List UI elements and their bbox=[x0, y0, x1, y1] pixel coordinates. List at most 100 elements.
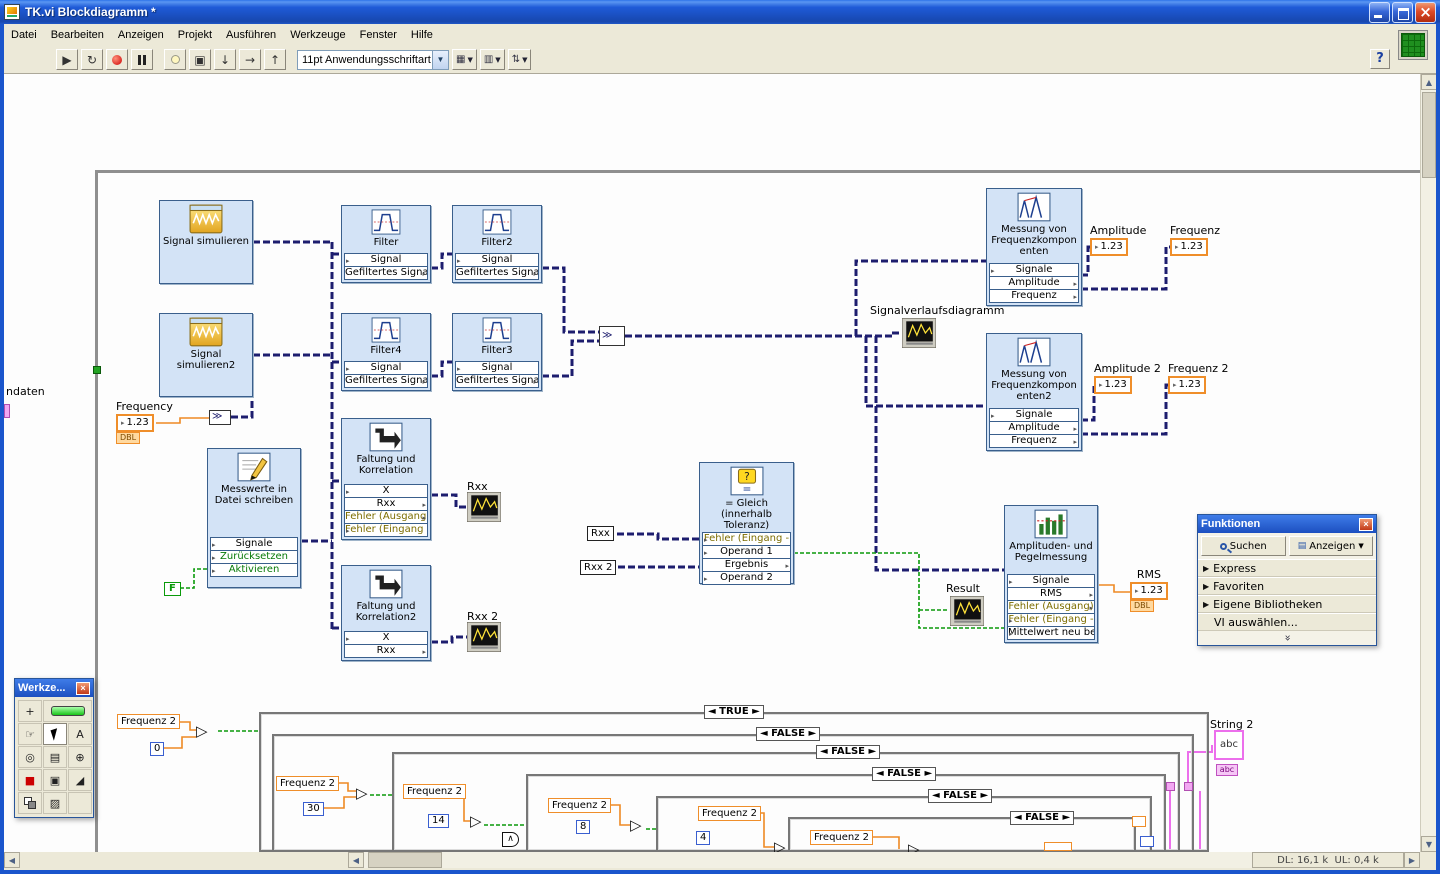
font-selector[interactable]: 11pt Anwendungsschriftart ▼ bbox=[297, 49, 449, 70]
local-frequenz2[interactable]: Frequenz 2 bbox=[276, 776, 340, 791]
terminal-row[interactable]: X bbox=[344, 484, 428, 498]
numeric-constant[interactable]: 4 bbox=[696, 831, 711, 845]
menu-hilfe[interactable]: Hilfe bbox=[404, 26, 440, 44]
paintbrush-tool-button[interactable]: ▨ bbox=[43, 792, 67, 814]
scroll-down-button[interactable]: ▼ bbox=[1421, 836, 1437, 852]
pause-button[interactable] bbox=[131, 49, 153, 70]
compare-node[interactable]: ▷ bbox=[196, 724, 208, 739]
edit-text-tool-button[interactable]: A bbox=[68, 723, 92, 745]
retain-wire-values-button[interactable]: ▣ bbox=[189, 49, 211, 70]
local-variable-rxx2[interactable]: Rxx 2 bbox=[580, 560, 617, 575]
terminal-row[interactable]: Gefiltertes Signal bbox=[455, 266, 539, 280]
functions-palette[interactable]: Funktionen × Suchen ▤ Anzeigen ▼ ▶ Expre… bbox=[1197, 514, 1377, 646]
numeric-constant[interactable]: 0 bbox=[150, 742, 165, 756]
express-vi-faltung-korrelation2[interactable]: Faltung und Korrelation2 X Rxx bbox=[341, 565, 431, 661]
case-selector[interactable]: ◄ FALSE ► bbox=[928, 789, 993, 803]
horizontal-scroll-track[interactable] bbox=[364, 852, 1252, 868]
compare-node[interactable]: ▷ bbox=[470, 814, 482, 829]
local-frequenz2[interactable]: Frequenz 2 bbox=[117, 714, 181, 729]
set-color-tool-button[interactable] bbox=[18, 792, 42, 814]
copy-color-tool-button[interactable]: ◢ bbox=[68, 769, 92, 791]
restore-button[interactable] bbox=[1392, 1, 1413, 23]
abort-button[interactable] bbox=[106, 49, 128, 70]
scroll-tool-button[interactable]: ⊕ bbox=[68, 746, 92, 768]
amplitude-indicator[interactable]: Amplitude 1.23 bbox=[1090, 224, 1146, 256]
compare-node[interactable]: ▷ bbox=[908, 842, 920, 853]
express-vi-faltung-korrelation[interactable]: Faltung und Korrelation X Rxx Fehler (Au… bbox=[341, 418, 431, 540]
terminal-row[interactable]: Mittelwert neu bei bbox=[1007, 626, 1095, 640]
local-frequenz2[interactable]: Frequenz 2 bbox=[403, 784, 467, 799]
terminal-row[interactable]: Signal bbox=[455, 361, 539, 375]
waveform-graph-icon[interactable] bbox=[950, 596, 984, 626]
palette-category-express[interactable]: ▶ Express bbox=[1198, 559, 1376, 577]
local-variable-rxx[interactable]: Rxx bbox=[587, 526, 614, 541]
pane-scroll-left-button[interactable]: ◀ bbox=[4, 852, 20, 868]
scroll-up-button[interactable]: ▲ bbox=[1421, 74, 1437, 90]
block-diagram-canvas[interactable]: ? = bbox=[4, 74, 1420, 852]
express-vi-gleich[interactable]: = Gleich (innerhalb Toleranz) Fehler (Ei… bbox=[699, 462, 794, 585]
terminal-row[interactable]: Operand 1 bbox=[702, 545, 791, 559]
highlight-execution-button[interactable] bbox=[164, 49, 186, 70]
step-into-button[interactable]: ↓ bbox=[214, 49, 236, 70]
string-tunnel[interactable] bbox=[1184, 782, 1193, 791]
express-vi-amplituden-pegelmessung[interactable]: Amplituden- und Pegelmessung Signale RMS… bbox=[1004, 505, 1098, 643]
terminal-row[interactable]: Rxx bbox=[344, 644, 428, 658]
case-selector[interactable]: ◄ FALSE ► bbox=[1010, 811, 1075, 825]
tools-palette-titlebar[interactable]: Werkze... × bbox=[15, 679, 93, 697]
terminal-row[interactable]: Gefiltertes Signal bbox=[344, 266, 428, 280]
terminal-row[interactable]: Ergebnis bbox=[702, 558, 791, 572]
auto-tool-button[interactable]: + bbox=[18, 700, 42, 722]
terminal-row[interactable]: Zurücksetzen bbox=[210, 550, 298, 564]
step-out-button[interactable]: ↑ bbox=[264, 49, 286, 70]
tools-palette[interactable]: Werkze... × + ☞ A ◎ ▤ ⊕ ■ ▣ ◢ ▨ bbox=[14, 678, 94, 818]
terminal-row[interactable]: Gefiltertes Signal bbox=[455, 374, 539, 388]
terminal-row[interactable]: Amplitude bbox=[989, 276, 1079, 290]
operate-tool-button[interactable]: ☞ bbox=[18, 723, 42, 745]
terminal-row[interactable]: RMS bbox=[1007, 587, 1095, 601]
amplitude2-indicator[interactable]: Amplitude 2 1.23 bbox=[1094, 362, 1161, 394]
compare-node[interactable]: ▷ bbox=[356, 786, 368, 801]
distribute-objects-dropdown[interactable]: ▥ ▼ bbox=[479, 49, 505, 70]
menu-ausfuehren[interactable]: Ausführen bbox=[219, 26, 283, 44]
compare-node[interactable]: ▷ bbox=[630, 818, 642, 833]
scroll-left-button[interactable]: ◀ bbox=[348, 852, 364, 868]
case-selector[interactable]: ◄ TRUE ► bbox=[704, 705, 764, 719]
terminal-row[interactable]: Operand 2 bbox=[702, 571, 791, 585]
numeric-constant[interactable]: 30 bbox=[303, 802, 324, 816]
and-gate-node[interactable]: ∧ bbox=[502, 832, 519, 847]
terminal-row[interactable]: Signale bbox=[210, 537, 298, 551]
terminal-row[interactable]: Gefiltertes Signal bbox=[344, 374, 428, 388]
waveform-chart-icon[interactable] bbox=[902, 318, 936, 348]
convert-node[interactable]: ≫ bbox=[209, 410, 231, 425]
frequency-control[interactable]: Frequency 1.23 DBL bbox=[116, 400, 173, 444]
express-vi-filter4[interactable]: Filter4 Signal Gefiltertes Signal bbox=[341, 313, 431, 391]
express-vi-messung-frequenzkomponenten2[interactable]: Messung von Frequenzkomponenten2 Signale… bbox=[986, 333, 1082, 451]
horizontal-scrollbar[interactable]: ◀ ◀ DL: 16,1 k UL: 0,4 k ▶ bbox=[4, 852, 1436, 870]
terminal-row[interactable]: Fehler (Ausgang) bbox=[1007, 600, 1095, 614]
position-tool-button[interactable] bbox=[43, 723, 67, 745]
terminal-row[interactable]: Rxx bbox=[344, 497, 428, 511]
probe-tool-button[interactable]: ▣ bbox=[43, 769, 67, 791]
terminal-row[interactable]: Signale bbox=[1007, 574, 1095, 588]
horizontal-scroll-thumb[interactable] bbox=[368, 852, 442, 868]
run-button[interactable]: ▶ bbox=[56, 49, 78, 70]
terminal-row[interactable]: Signale bbox=[989, 263, 1079, 277]
terminal-row[interactable]: Signal bbox=[344, 253, 428, 267]
context-help-button[interactable]: ? bbox=[1370, 49, 1390, 69]
terminal-row[interactable]: Fehler (Ausgang) bbox=[344, 510, 428, 524]
terminal-row[interactable]: Signale bbox=[989, 408, 1079, 422]
search-button[interactable]: Suchen bbox=[1201, 536, 1286, 556]
merge-signals-node[interactable]: ≫ bbox=[599, 326, 625, 346]
title-bar[interactable]: TK.vi Blockdiagramm * bbox=[0, 0, 1440, 24]
view-button[interactable]: ▤ Anzeigen ▼ bbox=[1288, 536, 1373, 556]
palette-category-eigene-bibliotheken[interactable]: ▶ Eigene Bibliotheken bbox=[1198, 595, 1376, 613]
case-selector[interactable]: ◄ FALSE ► bbox=[756, 727, 821, 741]
select-node[interactable] bbox=[1132, 816, 1146, 827]
local-frequenz2[interactable]: Frequenz 2 bbox=[548, 798, 612, 813]
local-frequenz2[interactable]: Frequenz 2 bbox=[698, 806, 762, 821]
close-icon[interactable]: × bbox=[76, 681, 90, 695]
terminal-row[interactable]: Signal bbox=[455, 253, 539, 267]
waveform-graph-icon[interactable] bbox=[467, 622, 501, 652]
close-icon[interactable]: × bbox=[1359, 517, 1373, 531]
numeric-constant[interactable]: 14 bbox=[428, 814, 449, 828]
